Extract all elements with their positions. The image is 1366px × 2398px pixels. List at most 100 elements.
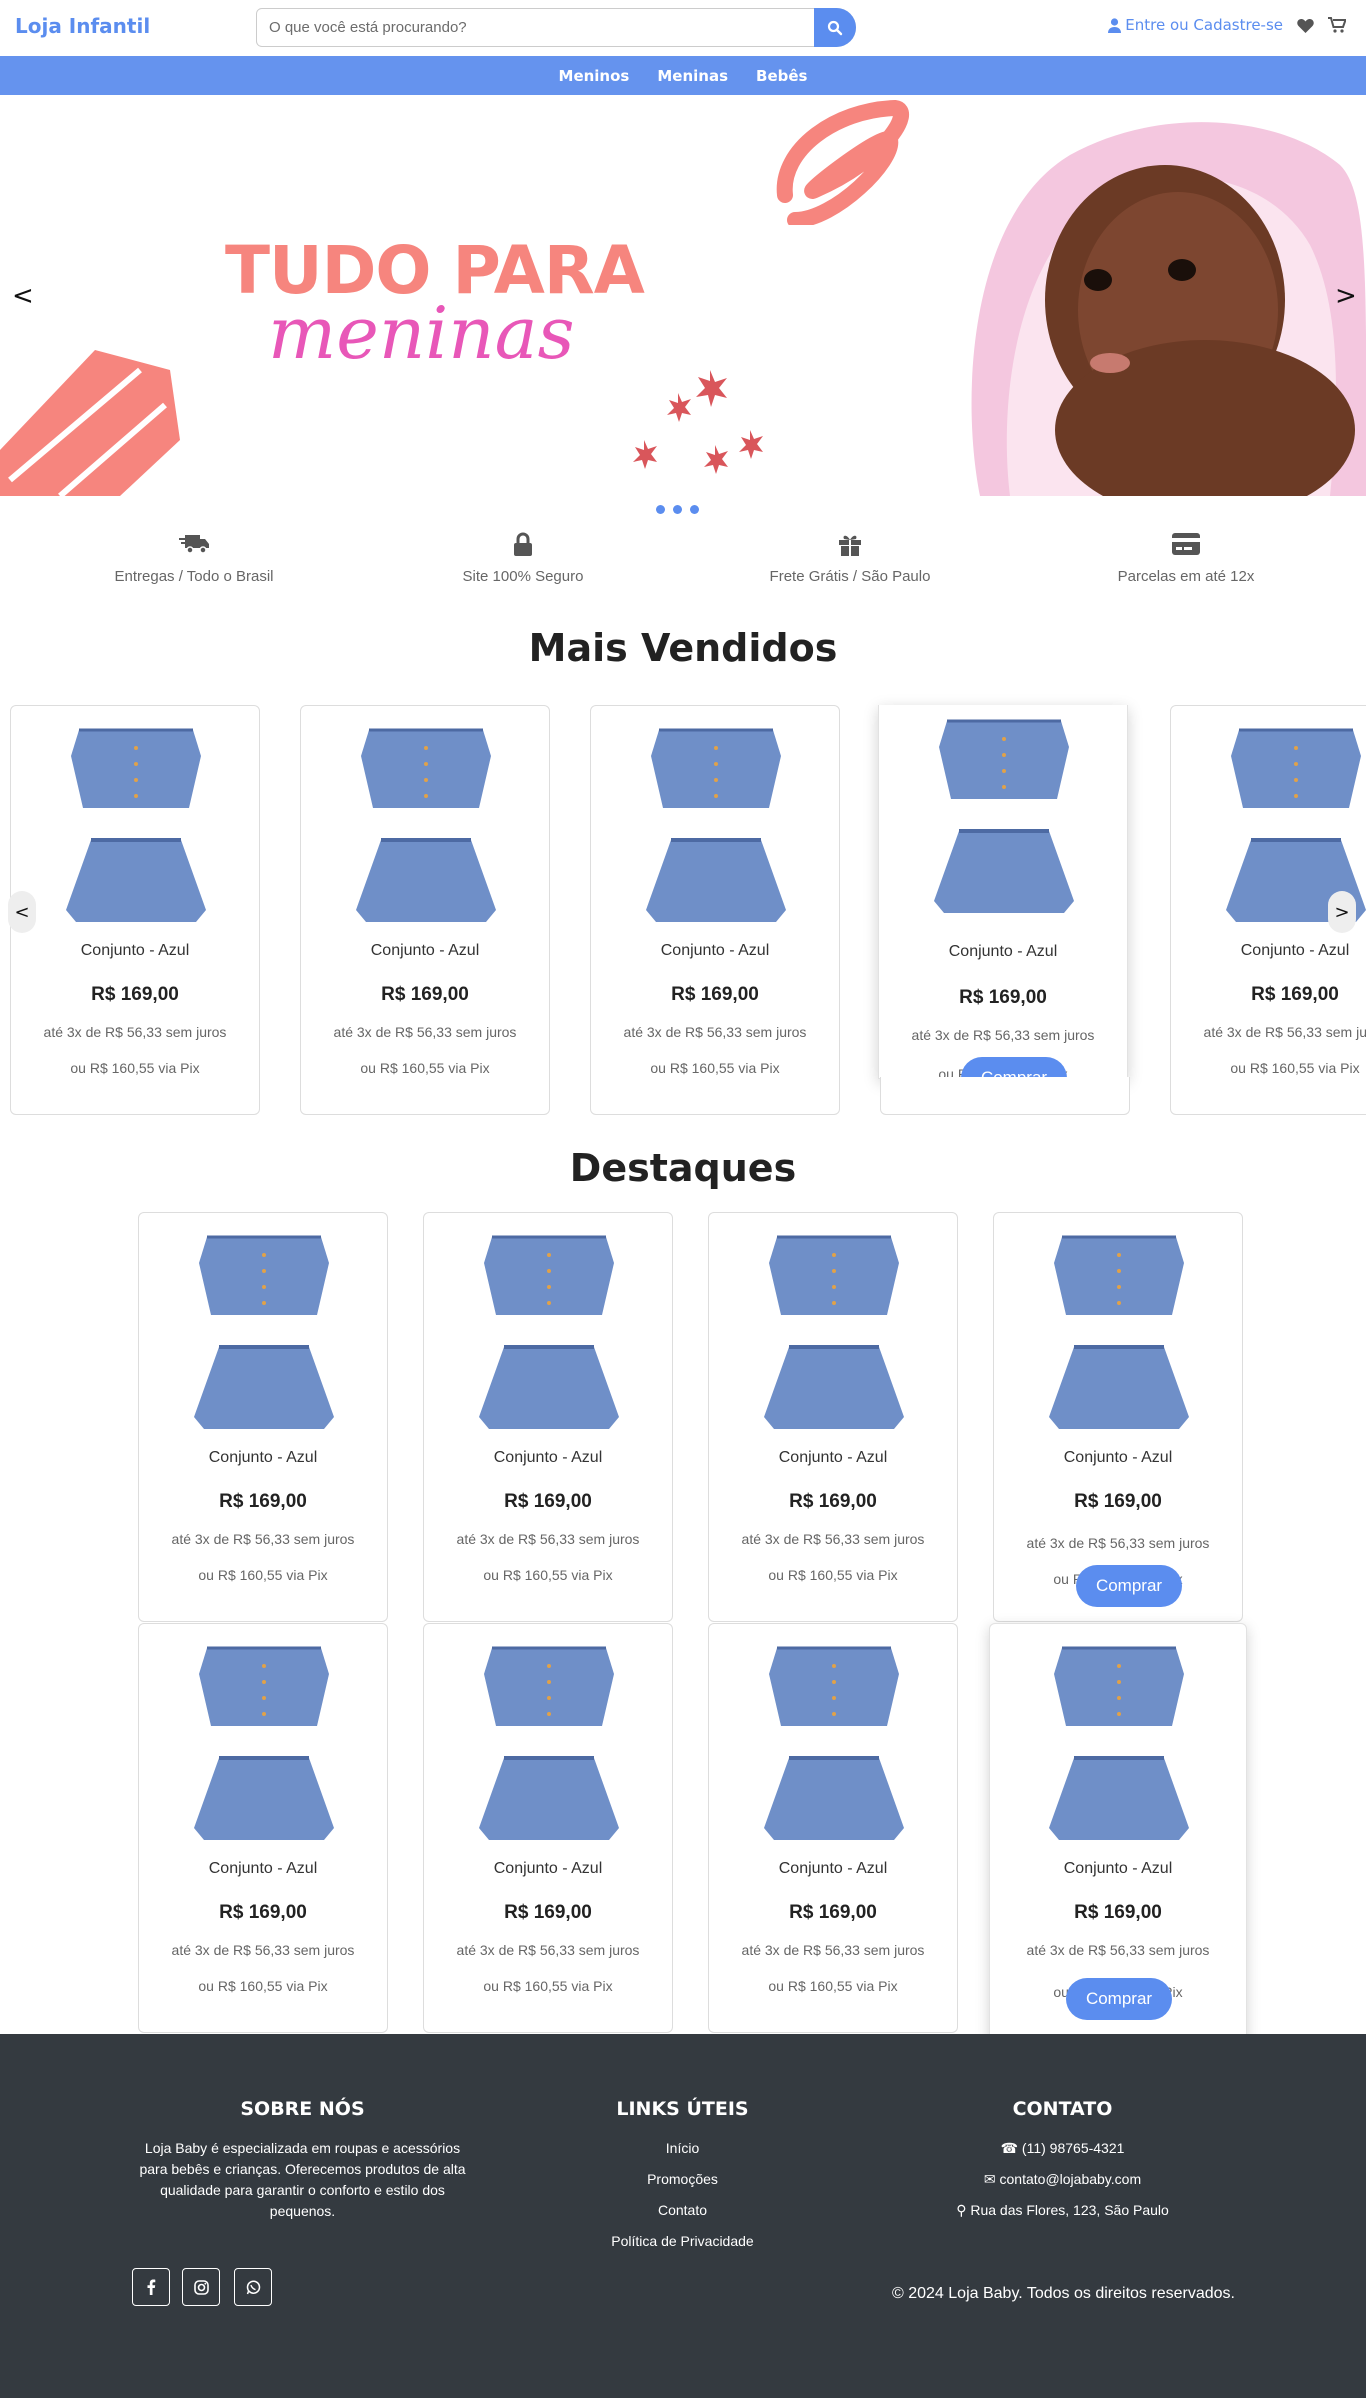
product-price: R$ 169,00 [1074, 1902, 1162, 1923]
buy-button[interactable]: Comprar [961, 1057, 1067, 1078]
product-price: R$ 169,00 [504, 1491, 592, 1512]
footer-copyright: © 2024 Loja Baby. Todos os direitos rese… [892, 2285, 1235, 2302]
nav-item-meninas[interactable]: Meninas [657, 67, 728, 85]
search-input[interactable] [257, 9, 815, 46]
product-pix-price: ou R$ 160,55 via Pix [483, 1567, 613, 1583]
search-bar [256, 8, 856, 47]
facebook-link[interactable] [132, 2268, 170, 2306]
footer-about-text: Loja Baby é especializada em roupas e ac… [139, 2140, 466, 2219]
product-pix-price: ou R$ 160,55 via Pix [483, 1978, 613, 1994]
carousel-dot[interactable] [656, 505, 665, 514]
product-card[interactable]: Conjunto - Azul R$ 169,00 até 3x de R$ 5… [993, 1212, 1243, 1622]
instagram-link[interactable] [182, 2268, 220, 2306]
hero-prev-arrow[interactable]: < [12, 281, 34, 311]
search-icon [827, 20, 843, 35]
product-card-hovered[interactable]: Conjunto - Azul R$ 169,00 até 3x de R$ 5… [989, 1623, 1247, 2043]
product-pix-price: ou R$ 160,55 via Pix [198, 1567, 328, 1583]
product-card[interactable]: Conjunto - Azul R$ 169,00 até 3x de R$ 5… [423, 1623, 673, 2033]
product-image [194, 1235, 334, 1429]
product-pix-price: ou R$ 160,55 via Pix [768, 1978, 898, 1994]
product-card[interactable]: Conjunto - Azul R$ 169,00 até 3x de R$ 5… [708, 1623, 958, 2033]
carousel-dot[interactable] [673, 505, 682, 514]
footer: SOBRE NÓS Loja Baby é especializada em r… [0, 2034, 1366, 2398]
feature-label: Site 100% Seguro [462, 568, 584, 585]
login-label: Entre ou Cadastre-se [1125, 16, 1283, 34]
carousel-next-button[interactable]: > [1328, 891, 1356, 933]
feature-label: Parcelas em até 12x [1117, 568, 1255, 585]
baby-photo [950, 95, 1366, 496]
product-name: Conjunto - Azul [80, 942, 190, 959]
featured-title: Destaques [569, 1146, 797, 1190]
product-price: R$ 169,00 [959, 987, 1047, 1008]
product-pix-price: ou R$ 160,55 via Pix [1230, 1060, 1360, 1076]
feature-label: Frete Grátis / São Paulo [769, 568, 931, 585]
nav-item-meninos[interactable]: Meninos [559, 67, 630, 85]
product-pix-price: ou R$ 160,55 via Pix [360, 1060, 490, 1076]
facebook-icon [147, 2279, 156, 2295]
product-pix-price: ou R$ 160,55 via Pix [70, 1060, 200, 1076]
product-name: Conjunto - Azul [660, 942, 770, 959]
footer-link-privacidade[interactable]: Política de Privacidade [560, 2231, 805, 2252]
product-installments: até 3x de R$ 56,33 sem juros [741, 1942, 925, 1958]
product-installments: até 3x de R$ 56,33 sem juros [333, 1024, 517, 1040]
product-name: Conjunto - Azul [1063, 1449, 1173, 1466]
hero-carousel-dots [656, 505, 699, 514]
product-installments: até 3x de R$ 56,33 sem juros [171, 1942, 355, 1958]
product-price: R$ 169,00 [381, 984, 469, 1005]
whatsapp-icon [246, 2279, 260, 2294]
features-bar: Entregas / Todo o Brasil Site 100% Segur… [0, 530, 1366, 600]
product-card[interactable]: Conjunto - Azul R$ 169,00 até 3x de R$ 5… [138, 1212, 388, 1622]
product-image [764, 1646, 904, 1840]
footer-link-inicio[interactable]: Início [560, 2138, 805, 2159]
truck-icon [179, 535, 209, 554]
heart-icon[interactable] [1297, 18, 1314, 33]
carousel-prev-button[interactable]: < [8, 891, 36, 933]
login-link[interactable]: Entre ou Cadastre-se [1108, 16, 1283, 34]
product-installments: até 3x de R$ 56,33 sem juros [741, 1531, 925, 1547]
search-button[interactable] [814, 8, 856, 47]
product-image [646, 728, 786, 922]
product-name: Conjunto - Azul [778, 1449, 888, 1466]
whatsapp-link[interactable] [234, 2268, 272, 2306]
product-installments: até 3x de R$ 56,33 sem juros [171, 1531, 355, 1547]
scribble-decoration [776, 100, 909, 225]
category-nav: Meninos Meninas Bebês [0, 56, 1366, 95]
product-image [934, 719, 1074, 913]
header: Loja Infantil Entre ou Cadastre-se [0, 0, 1366, 56]
brush-stroke-decoration [0, 350, 180, 496]
hero-next-arrow[interactable]: > [1335, 281, 1357, 311]
product-card[interactable]: Conjunto - Azul R$ 169,00 até 3x de R$ 5… [138, 1623, 388, 2033]
product-card-footer [880, 1077, 1130, 1115]
feature-secure: Site 100% Seguro [373, 530, 673, 585]
product-card-hovered[interactable]: Conjunto - Azul R$ 169,00 até 3x de R$ 5… [878, 705, 1128, 1079]
product-price: R$ 169,00 [789, 1491, 877, 1512]
nav-item-bebes[interactable]: Bebês [756, 67, 807, 85]
product-card[interactable]: Conjunto - Azul R$ 169,00 até 3x de R$ 5… [10, 705, 260, 1115]
product-installments: até 3x de R$ 56,33 sem juros [456, 1942, 640, 1958]
product-image [1049, 1235, 1189, 1429]
footer-link-contato[interactable]: Contato [560, 2200, 805, 2221]
product-card[interactable]: Conjunto - Azul R$ 169,00 até 3x de R$ 5… [590, 705, 840, 1115]
footer-about: SOBRE NÓS Loja Baby é especializada em r… [130, 2098, 475, 2222]
footer-contact-title: CONTATO [1012, 2098, 1113, 2120]
logo[interactable]: Loja Infantil [15, 14, 150, 38]
footer-links: LINKS ÚTEIS Início Promoções Contato Pol… [560, 2098, 805, 2262]
product-pix-price: ou R$ 160,55 via Pix [768, 1567, 898, 1583]
cart-icon[interactable] [1328, 17, 1346, 33]
carousel-dot[interactable] [690, 505, 699, 514]
buy-button[interactable]: Comprar [1066, 1978, 1172, 2020]
star-decoration [633, 370, 763, 474]
product-card[interactable]: Conjunto - Azul R$ 169,00 até 3x de R$ 5… [300, 705, 550, 1115]
buy-button[interactable]: Comprar [1076, 1565, 1182, 1607]
product-name: Conjunto - Azul [208, 1860, 318, 1877]
feature-free-shipping: Frete Grátis / São Paulo [700, 530, 1000, 585]
product-card[interactable]: Conjunto - Azul R$ 169,00 até 3x de R$ 5… [708, 1212, 958, 1622]
product-card[interactable]: Conjunto - Azul R$ 169,00 até 3x de R$ 5… [423, 1212, 673, 1622]
product-installments: até 3x de R$ 56,33 sem juros [43, 1024, 227, 1040]
feature-shipping: Entregas / Todo o Brasil [44, 530, 344, 585]
footer-link-promocoes[interactable]: Promoções [560, 2169, 805, 2190]
footer-phone: ☎ (11) 98765-4321 [1000, 2140, 1125, 2156]
product-price: R$ 169,00 [789, 1902, 877, 1923]
feature-installments: Parcelas em até 12x [1036, 530, 1336, 585]
product-image [479, 1646, 619, 1840]
